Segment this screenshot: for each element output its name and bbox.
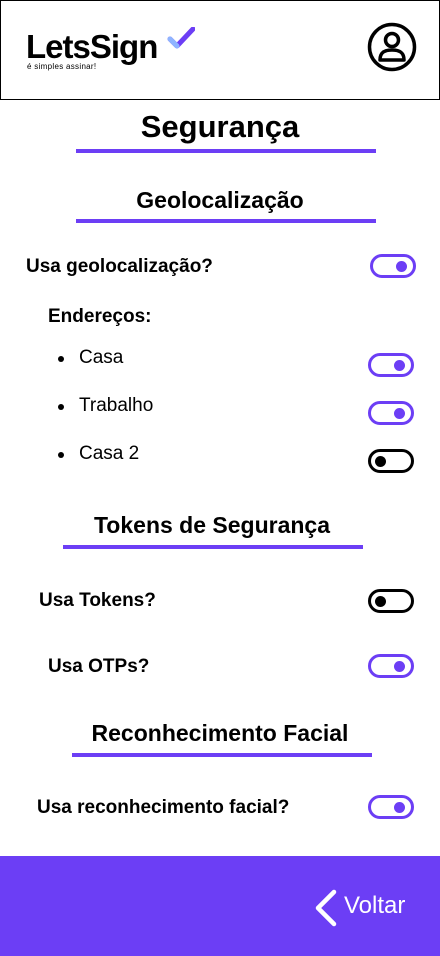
- logo-check-icon: [167, 27, 195, 49]
- app-header: LetsSign é simples assinar!: [0, 0, 440, 100]
- use-geolocation-label: Usa geolocalização?: [26, 256, 213, 277]
- footer-bar: Voltar: [0, 856, 440, 956]
- back-label: Voltar: [344, 892, 406, 919]
- use-otps-label: Usa OTPs?: [48, 656, 150, 677]
- logo-text: LetsSign: [26, 28, 158, 65]
- address-name: Casa 2: [79, 443, 140, 464]
- use-tokens-toggle[interactable]: [368, 589, 414, 613]
- use-facial-label: Usa reconhecimento facial?: [37, 797, 290, 818]
- section-title-geolocation: Geolocalização: [136, 187, 304, 213]
- bullet-icon: [58, 356, 64, 362]
- toggle-knob: [394, 360, 405, 371]
- use-tokens-label: Usa Tokens?: [39, 590, 156, 611]
- address-toggle-casa-2[interactable]: [368, 449, 414, 473]
- page-title-underline: [76, 149, 376, 153]
- profile-button[interactable]: [367, 22, 417, 72]
- use-otps-toggle[interactable]: [368, 654, 414, 678]
- addresses-label: Endereços:: [48, 306, 152, 327]
- bullet-icon: [58, 452, 64, 458]
- toggle-knob: [394, 408, 405, 419]
- section-underline-tokens: [63, 545, 363, 549]
- page-title: Segurança: [140, 109, 300, 144]
- section-underline-facial: [72, 753, 372, 757]
- use-geolocation-toggle[interactable]: [370, 254, 416, 278]
- section-title-facial: Reconhecimento Facial: [91, 720, 349, 746]
- address-toggle-trabalho[interactable]: [368, 401, 414, 425]
- user-circle-icon: [367, 22, 417, 72]
- toggle-knob: [375, 596, 386, 607]
- address-toggle-casa[interactable]: [368, 353, 414, 377]
- use-facial-toggle[interactable]: [368, 795, 414, 819]
- toggle-knob: [375, 456, 386, 467]
- toggle-knob: [394, 802, 405, 813]
- section-underline-geolocation: [76, 219, 376, 223]
- section-title-tokens: Tokens de Segurança: [93, 512, 331, 538]
- address-name: Trabalho: [79, 395, 154, 416]
- address-name: Casa: [79, 347, 124, 368]
- toggle-knob: [394, 661, 405, 672]
- logo-tagline: é simples assinar!: [27, 62, 97, 71]
- chevron-left-icon: [315, 889, 337, 927]
- bullet-icon: [58, 404, 64, 410]
- toggle-knob: [396, 261, 407, 272]
